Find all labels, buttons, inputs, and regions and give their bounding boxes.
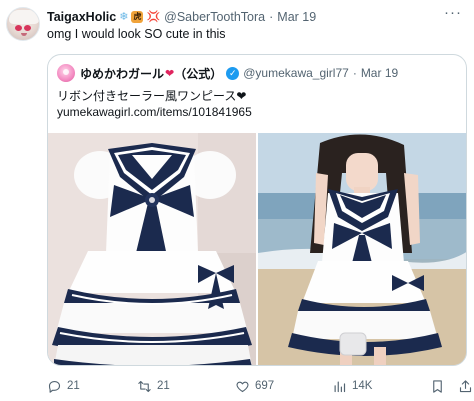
avatar[interactable]: [6, 7, 40, 41]
reply-button[interactable]: 21: [47, 379, 80, 394]
like-button[interactable]: 697: [235, 379, 274, 394]
display-name[interactable]: TaigaxHolic: [47, 10, 116, 24]
verified-badge-icon: ✓: [226, 66, 240, 80]
avatar-eye-right: [24, 25, 31, 31]
tiger-emoji: 虎: [131, 11, 144, 23]
quoted-handle[interactable]: @yumekawa_girl77: [243, 66, 349, 80]
separator-dot: ·: [352, 66, 357, 80]
tweet-header: TaigaxHolic ❄ 虎 💢 @SaberToothTora · Mar …: [47, 9, 316, 25]
avatar-mouth: [21, 33, 27, 36]
reply-count: 21: [67, 380, 80, 392]
separator-dot: ·: [269, 10, 274, 24]
views-button[interactable]: 14K: [332, 379, 372, 394]
bookmark-button[interactable]: [430, 379, 474, 394]
retweet-button[interactable]: 21: [137, 379, 170, 394]
share-icon[interactable]: [458, 379, 473, 394]
more-options-icon[interactable]: ···: [444, 5, 462, 23]
quoted-display-name[interactable]: ゆめかわガール: [80, 65, 164, 82]
quoted-link[interactable]: yumekawagirl.com/items/101841965: [57, 105, 252, 119]
like-count: 697: [255, 380, 275, 392]
quoted-tweet[interactable]: ゆめかわガール ❤ （公式） ✓ @yumekawa_girl77 · Mar …: [47, 54, 467, 366]
tweet-card[interactable]: TaigaxHolic ❄ 虎 💢 @SaberToothTora · Mar …: [0, 0, 474, 401]
dress-illustration: [48, 133, 256, 365]
bookmark-icon: [433, 379, 442, 393]
anger-emoji: 💢: [146, 10, 161, 23]
reply-icon: [48, 380, 61, 393]
quoted-text: リボン付きセーラー風ワンピース❤: [57, 89, 247, 103]
heart-emoji: ❤: [165, 67, 175, 80]
avatar-hair: [9, 10, 39, 24]
timestamp[interactable]: Mar 19: [277, 10, 316, 24]
quoted-name-suffix: （公式）: [174, 66, 223, 81]
dress-photo-model[interactable]: [258, 133, 466, 365]
snowflake-emoji: ❄: [119, 10, 129, 23]
quoted-header: ゆめかわガール ❤ （公式） ✓ @yumekawa_girl77 · Mar …: [57, 64, 398, 82]
views-chart-icon: [334, 381, 346, 392]
heart-icon: [236, 381, 249, 392]
tweet-text: omg I would look SO cute in this: [47, 27, 226, 41]
view-count: 14K: [352, 380, 373, 392]
user-handle[interactable]: @SaberToothTora: [164, 10, 265, 24]
action-bar: 21 21 697 14K: [47, 377, 472, 395]
quoted-timestamp[interactable]: Mar 19: [361, 66, 398, 80]
model-beach-illustration: [258, 133, 466, 365]
avatar-eye-left: [15, 25, 22, 31]
dress-photo-mannequin[interactable]: [48, 133, 256, 365]
retweet-count: 21: [157, 380, 170, 392]
retweet-icon: [138, 380, 151, 392]
quoted-avatar[interactable]: [57, 64, 75, 82]
